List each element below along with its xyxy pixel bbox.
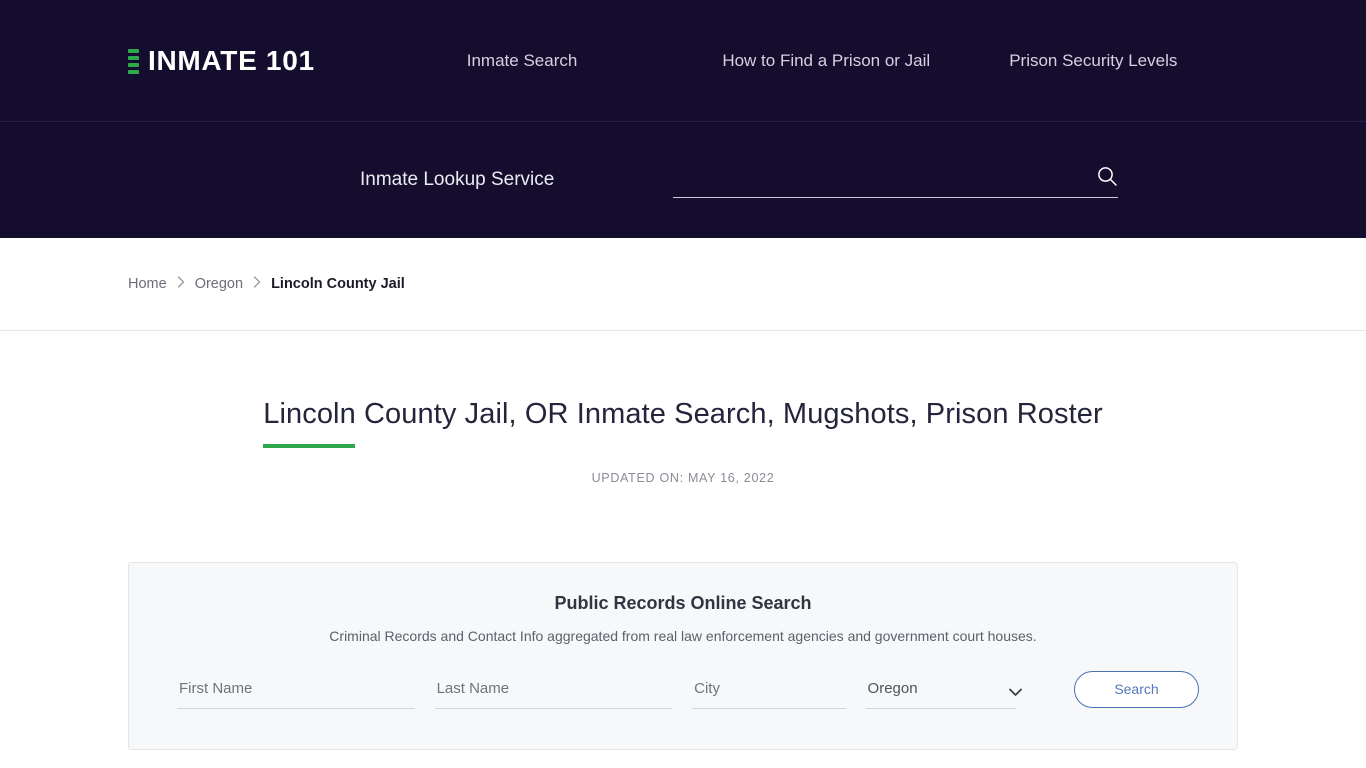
breadcrumb-item-current: Lincoln County Jail [271, 276, 405, 292]
public-records-title: Public Records Online Search [554, 592, 812, 613]
last-name-input[interactable] [434, 675, 673, 709]
site-logo[interactable]: INMATE 101 [128, 46, 315, 75]
chevron-right-icon [177, 276, 184, 288]
breadcrumb-item-home[interactable]: Home [128, 276, 167, 292]
city-field-wrapper [682, 675, 855, 709]
site-header: INMATE 101 Inmate Search How to Find a P… [0, 0, 1366, 238]
main-navigation: Inmate Search How to Find a Prison or Ja… [467, 52, 1178, 69]
nav-item-prison-security-levels[interactable]: Prison Security Levels [1009, 52, 1177, 69]
public-records-form: Oregon Search [167, 670, 1199, 709]
breadcrumb-item-oregon[interactable]: Oregon [195, 276, 243, 292]
updated-on-text: UPDATED ON: MAY 16, 2022 [591, 470, 775, 485]
header-search-bar: Inmate Lookup Service [0, 122, 1366, 238]
page-header: Lincoln County Jail, OR Inmate Search, M… [0, 331, 1366, 448]
city-input[interactable] [692, 675, 846, 709]
logo-text: INMATE 101 [148, 44, 315, 76]
first-name-field-wrapper [167, 675, 425, 709]
breadcrumb-bar: Home Oregon Lincoln County Jail [0, 238, 1366, 331]
header-search-input[interactable] [673, 162, 1119, 198]
breadcrumb: Home Oregon Lincoln County Jail [128, 276, 405, 292]
records-search-button-wrapper: Search [1074, 670, 1199, 709]
nav-item-inmate-search[interactable]: Inmate Search [467, 52, 578, 69]
nav-item-how-to-find-a-prison-or-jail[interactable]: How to Find a Prison or Jail [722, 52, 930, 69]
first-name-input[interactable] [177, 675, 415, 709]
breadcrumb-separator-icon [253, 276, 261, 290]
chevron-right-icon [253, 276, 261, 288]
logo-bars-icon [128, 46, 139, 75]
main-content: Lincoln County Jail, OR Inmate Search, M… [0, 331, 1366, 750]
state-field-wrapper: Oregon [856, 675, 1026, 709]
public-records-subtitle: Criminal Records and Contact Info aggreg… [329, 627, 1037, 644]
records-search-button[interactable]: Search [1074, 670, 1199, 708]
search-icon [1098, 166, 1118, 186]
header-top-bar: INMATE 101 Inmate Search How to Find a P… [0, 0, 1366, 122]
page-title: Lincoln County Jail, OR Inmate Search, M… [263, 397, 1103, 448]
state-select[interactable]: Oregon [865, 675, 1016, 709]
inmate-lookup-service-label: Inmate Lookup Service [360, 169, 555, 190]
header-search-field-wrapper [673, 162, 1119, 198]
breadcrumb-separator-icon [177, 276, 185, 290]
last-name-field-wrapper [425, 675, 683, 709]
public-records-card: Public Records Online Search Criminal Re… [128, 561, 1238, 750]
search-submit-button[interactable] [1096, 165, 1118, 187]
